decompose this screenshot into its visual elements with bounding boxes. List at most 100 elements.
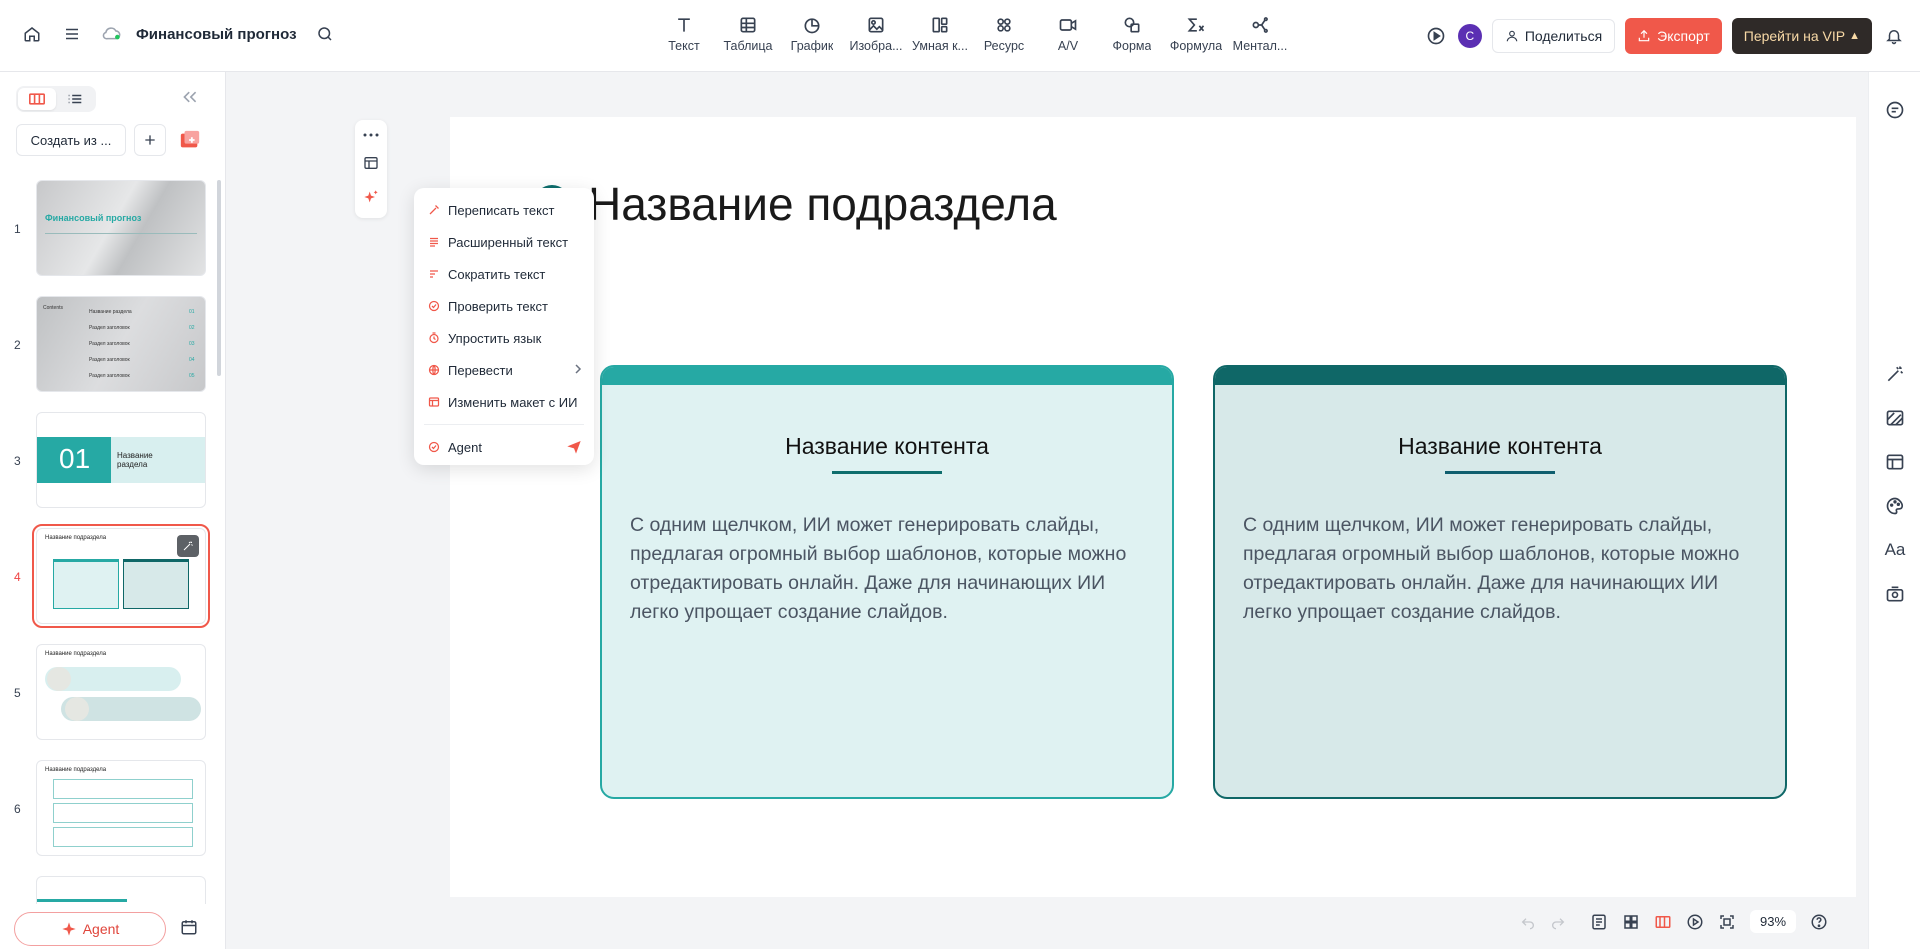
filmstrip-view-button[interactable] xyxy=(18,88,56,110)
tool-table[interactable]: Таблица xyxy=(716,14,780,53)
chart-icon xyxy=(801,14,823,36)
layout-icon[interactable] xyxy=(1883,450,1907,474)
tool-av[interactable]: A/V xyxy=(1036,14,1100,53)
undo-icon[interactable] xyxy=(1520,914,1536,930)
create-from-button[interactable]: Создать из ... xyxy=(16,124,126,156)
menu-item-label: Переписать текст xyxy=(448,202,555,218)
ai-sparkle-icon[interactable] xyxy=(363,189,379,205)
ai-context-menu: Переписать текст Расширенный текст Сокра… xyxy=(414,188,594,465)
search-icon[interactable] xyxy=(313,22,337,46)
calendar-icon[interactable] xyxy=(180,918,198,936)
menu-icon[interactable] xyxy=(60,22,84,46)
slide-thumb-row[interactable]: 3 01 Название раздела xyxy=(0,412,220,514)
menu-item-agent[interactable]: Agent xyxy=(414,431,594,463)
slide-thumb-row[interactable]: 2 Contents Название раздела Раздел загол… xyxy=(0,296,220,398)
more-options-icon[interactable] xyxy=(363,133,379,137)
background-icon[interactable] xyxy=(1883,406,1907,430)
slide-thumb-row[interactable]: 6 Название подраздела xyxy=(0,760,220,862)
menu-item-rewrite[interactable]: Переписать текст xyxy=(414,194,594,226)
thumb-line xyxy=(45,233,197,234)
tool-label: A/V xyxy=(1057,39,1079,53)
notes-icon[interactable] xyxy=(1590,913,1608,931)
menu-item-ai-layout[interactable]: Изменить макет с ИИ xyxy=(414,386,594,418)
thumb-title: Название подраздела xyxy=(45,535,107,541)
home-icon[interactable] xyxy=(20,22,44,46)
slide-title[interactable]: Название подраздела xyxy=(588,177,1057,231)
tool-smart-layout[interactable]: Умная к... xyxy=(908,14,972,53)
thumb-row-box xyxy=(53,827,193,847)
grid-view-icon[interactable] xyxy=(1622,913,1640,931)
slide-thumb-row[interactable]: 5 Название подраздела xyxy=(0,644,220,746)
send-icon[interactable] xyxy=(566,439,582,455)
add-slide-button[interactable] xyxy=(134,124,166,156)
share-button[interactable]: Поделиться xyxy=(1491,19,1616,53)
card-title[interactable]: Название контента xyxy=(1215,433,1785,460)
bell-icon[interactable] xyxy=(1882,24,1906,48)
content-card[interactable]: Название контента С одним щелчком, ИИ мо… xyxy=(1213,365,1787,799)
slide-thumbnail[interactable]: Финансовый прогноз xyxy=(36,180,206,276)
comment-icon[interactable] xyxy=(1883,98,1907,122)
video-icon xyxy=(1057,14,1079,36)
tool-shape[interactable]: Форма xyxy=(1100,14,1164,53)
thumb-big-number: 01 xyxy=(59,443,91,474)
menu-item-simplify[interactable]: Упростить язык xyxy=(414,322,594,354)
tool-label: График xyxy=(790,39,834,53)
slide-thumbnail[interactable]: 01 Название раздела xyxy=(36,412,206,508)
palette-icon[interactable] xyxy=(1883,494,1907,518)
tool-chart[interactable]: График xyxy=(780,14,844,53)
card-body[interactable]: С одним щелчком, ИИ может генерировать с… xyxy=(1243,511,1763,627)
slide-thumbnail-selected[interactable]: Название подраздела xyxy=(32,524,210,628)
tool-mindmap[interactable]: Ментал... xyxy=(1228,14,1292,53)
avatar[interactable]: C xyxy=(1457,24,1482,48)
font-icon[interactable]: Aa xyxy=(1883,538,1907,562)
agent-button[interactable]: Agent xyxy=(14,912,166,946)
help-icon[interactable] xyxy=(1810,913,1828,931)
slide-thumbnail[interactable] xyxy=(36,876,206,904)
present-icon[interactable] xyxy=(1686,913,1704,931)
slide-thumbnail[interactable]: Contents Название раздела Раздел заголов… xyxy=(36,296,206,392)
menu-item-shorten[interactable]: Сократить текст xyxy=(414,258,594,290)
fit-screen-icon[interactable] xyxy=(1718,913,1736,931)
tool-resource[interactable]: Ресурс xyxy=(972,14,1036,53)
thumbnail-scrollbar[interactable] xyxy=(217,180,221,376)
document-title[interactable]: Финансовый прогноз xyxy=(136,26,297,43)
right-tool-rail: Aa xyxy=(1868,72,1920,949)
slide-thumb-row[interactable]: 1 Финансовый прогноз xyxy=(0,180,220,282)
slide-number: 1 xyxy=(14,222,21,236)
menu-item-expand[interactable]: Расширенный текст xyxy=(414,226,594,258)
zoom-level[interactable]: 93% xyxy=(1750,910,1797,933)
media-icon[interactable] xyxy=(1883,582,1907,606)
vip-button[interactable]: Перейти на VIP ▲ xyxy=(1731,18,1872,54)
tool-label: Изобра... xyxy=(849,39,903,53)
ai-design-icon[interactable] xyxy=(1883,362,1907,386)
layout-icon[interactable] xyxy=(363,155,379,171)
slide-number: 4 xyxy=(14,570,21,584)
status-bar: 93% xyxy=(1520,910,1828,933)
slide-thumbnail[interactable]: Название подраздела xyxy=(36,760,206,856)
slide-thumbnail[interactable]: Название подраздела xyxy=(36,644,206,740)
tool-image[interactable]: Изобра... xyxy=(844,14,908,53)
card-title[interactable]: Название контента xyxy=(602,433,1172,460)
element-mini-toolbar xyxy=(355,120,387,218)
tool-formula[interactable]: Формула xyxy=(1164,14,1228,53)
collapse-panel-icon[interactable] xyxy=(182,90,198,104)
slide-view-icon[interactable] xyxy=(1654,913,1672,931)
menu-item-label: Упростить язык xyxy=(448,330,542,346)
card-body[interactable]: С одним щелчком, ИИ может генерировать с… xyxy=(630,511,1150,627)
content-card[interactable]: Название контента С одним щелчком, ИИ мо… xyxy=(600,365,1174,799)
slide-thumb-row[interactable] xyxy=(0,876,220,904)
ai-generate-button[interactable] xyxy=(174,124,206,156)
menu-item-translate[interactable]: Перевести xyxy=(414,354,594,386)
tool-label: Форма xyxy=(1112,39,1152,53)
user-icon xyxy=(1505,29,1519,43)
list-view-button[interactable] xyxy=(56,88,94,110)
ai-rewrite-icon[interactable] xyxy=(177,535,199,557)
menu-item-check[interactable]: Проверить текст xyxy=(414,290,594,322)
top-bar: Финансовый прогноз Текст Таблица График … xyxy=(0,0,1920,72)
slide-canvas[interactable]: Название подраздела Название контента С … xyxy=(450,117,1856,897)
export-button[interactable]: Экспорт xyxy=(1625,18,1722,54)
redo-icon[interactable] xyxy=(1550,914,1566,930)
play-icon[interactable] xyxy=(1424,24,1448,48)
slide-thumb-row[interactable]: 4 Название подраздела xyxy=(0,524,220,630)
tool-text[interactable]: Текст xyxy=(652,14,716,53)
